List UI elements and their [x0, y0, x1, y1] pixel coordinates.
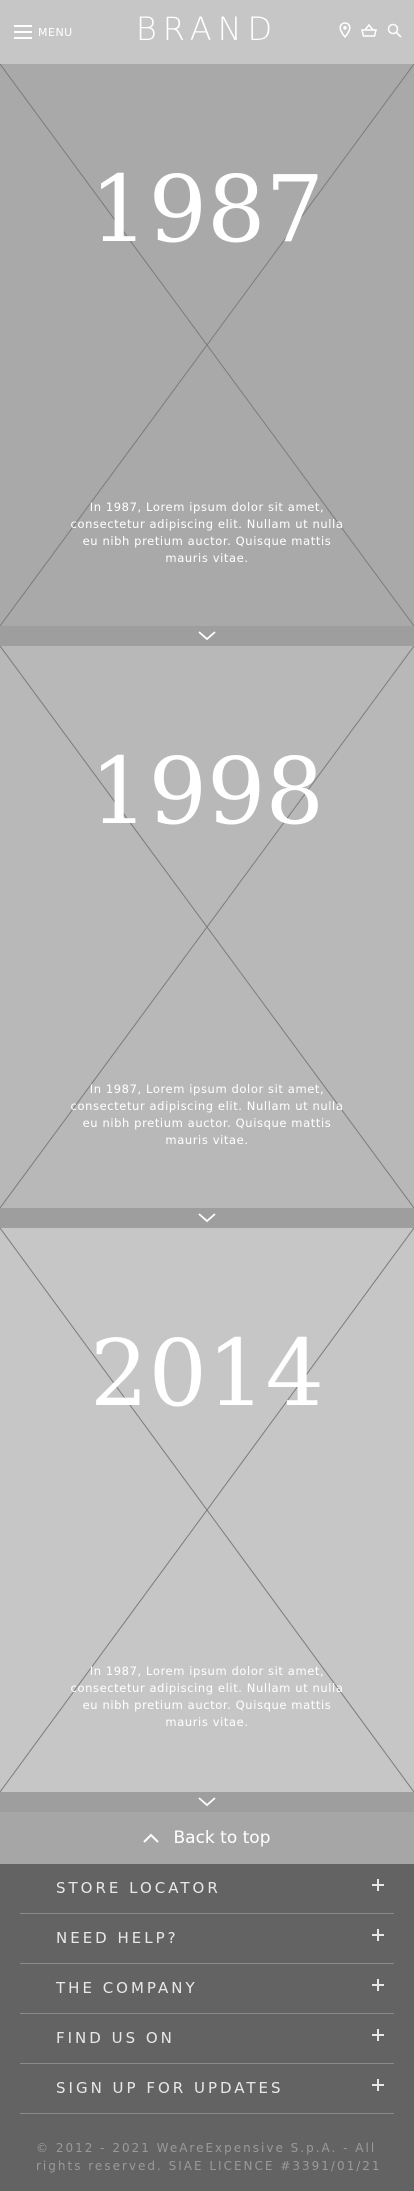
plus-icon: [372, 1929, 384, 1941]
back-to-top-label: Back to top: [173, 1828, 271, 1848]
footer-item-sign-up-for-updates[interactable]: SIGN UP FOR UPDATES: [20, 2064, 394, 2114]
site-header: MENU BRAND: [0, 0, 414, 64]
footer-item-label: SIGN UP FOR UPDATES: [56, 2079, 284, 2097]
footer-item-the-company[interactable]: THE COMPANY: [20, 1964, 394, 2014]
chevron-up-icon: [143, 1833, 160, 1843]
plus-icon: [372, 2079, 384, 2091]
chevron-down-icon: [198, 1797, 216, 1807]
footer-item-need-help[interactable]: NEED HELP?: [20, 1914, 394, 1964]
scroll-down-button[interactable]: [0, 1208, 414, 1228]
copyright-text: © 2012 - 2021 WeAreExpensive S.p.A. - Al…: [36, 2141, 382, 2173]
header-actions: [339, 22, 402, 38]
footer-item-store-locator[interactable]: STORE LOCATOR: [20, 1864, 394, 1914]
site-footer: STORE LOCATOR NEED HELP? THE COMPANY FIN…: [0, 1864, 414, 2191]
timeline-section-1987: 1987 In 1987, Lorem ipsum dolor sit amet…: [0, 64, 414, 626]
timeline-section-1998: 1998 In 1987, Lorem ipsum dolor sit amet…: [0, 646, 414, 1208]
timeline-section-2014: 2014 In 1987, Lorem ipsum dolor sit amet…: [0, 1228, 414, 1792]
scroll-down-button[interactable]: [0, 1792, 414, 1812]
timeline-description: In 1987, Lorem ipsum dolor sit amet, con…: [70, 1082, 344, 1147]
back-to-top-button[interactable]: Back to top: [0, 1812, 414, 1864]
location-pin-icon[interactable]: [339, 22, 351, 38]
basket-icon[interactable]: [361, 23, 377, 37]
footer-item-label: NEED HELP?: [56, 1929, 179, 1947]
timeline-year: 1998: [89, 738, 325, 845]
footer-item-label: STORE LOCATOR: [56, 1879, 221, 1897]
timeline-year: 1987: [89, 156, 325, 263]
plus-icon: [372, 1979, 384, 1991]
timeline-description: In 1987, Lorem ipsum dolor sit amet, con…: [70, 500, 344, 565]
chevron-down-icon: [198, 631, 216, 641]
chevron-down-icon: [198, 1213, 216, 1223]
timeline-year: 2014: [89, 1320, 325, 1427]
footer-item-find-us-on[interactable]: FIND US ON: [20, 2014, 394, 2064]
scroll-down-button[interactable]: [0, 626, 414, 646]
footer-item-label: FIND US ON: [56, 2029, 175, 2047]
timeline-description: In 1987, Lorem ipsum dolor sit amet, con…: [70, 1664, 344, 1729]
plus-icon: [372, 2029, 384, 2041]
footer-item-label: THE COMPANY: [56, 1979, 198, 1997]
search-icon[interactable]: [387, 23, 402, 38]
plus-icon: [372, 1879, 384, 1891]
